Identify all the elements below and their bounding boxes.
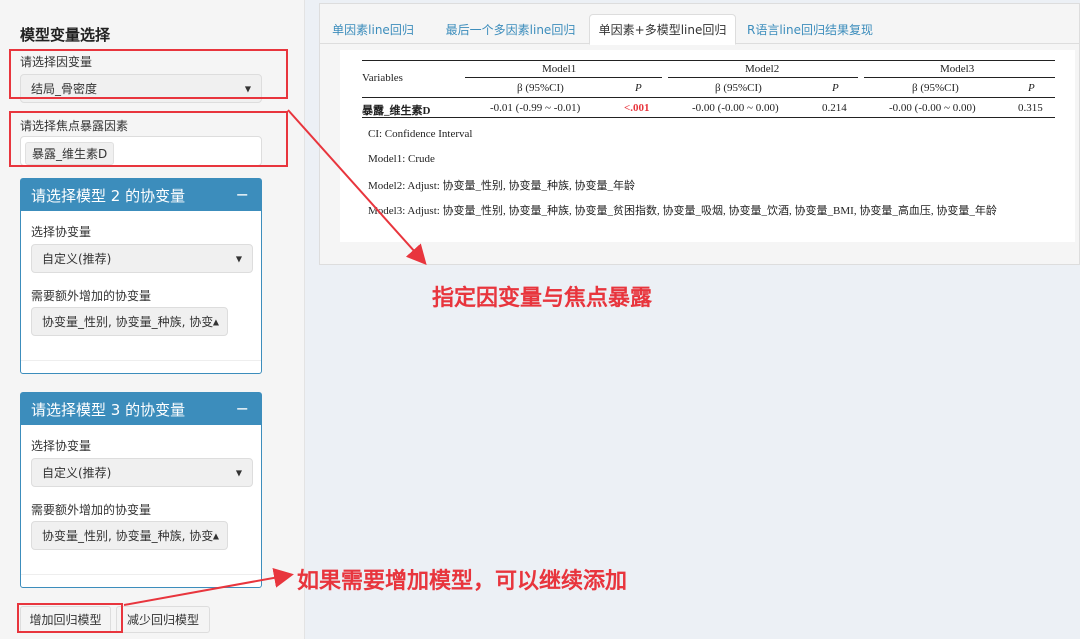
arrow-to-callout2: [123, 568, 294, 606]
annotation-arrows: [123, 109, 427, 606]
arrow-to-callout1: [287, 109, 427, 265]
callout-add-model: 如果需要增加模型，可以继续添加: [297, 569, 628, 594]
callout-specify: 指定因变量与焦点暴露: [432, 286, 653, 311]
